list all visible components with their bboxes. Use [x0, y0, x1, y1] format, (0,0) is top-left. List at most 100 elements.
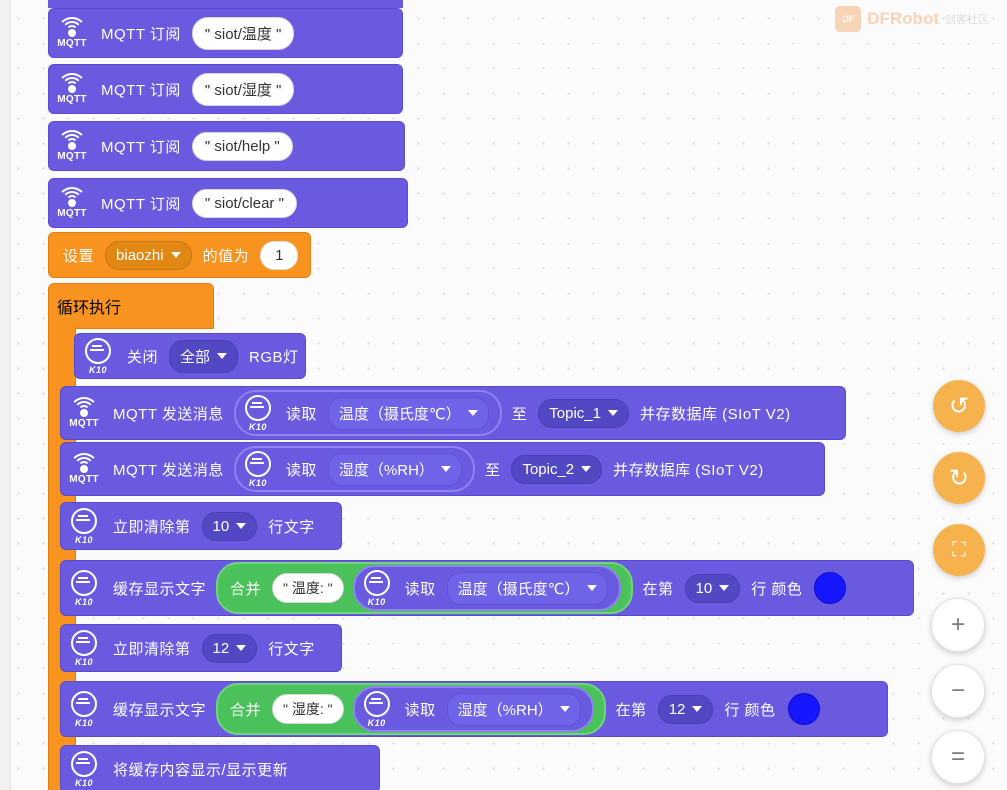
chevron-down-icon: [217, 353, 228, 359]
topic-dropdown-2[interactable]: Topic_2: [511, 454, 603, 484]
mqtt-icon: MQTT: [49, 9, 95, 57]
block-mqtt-send-2[interactable]: MQTT MQTT 发送消息 K10 读取 湿度（%RH） 至 Topic_2 …: [60, 442, 825, 496]
clear-line-dropdown-1[interactable]: 10: [201, 511, 258, 541]
workspace-left-gutter: [0, 0, 11, 790]
join-text-field-2[interactable]: " 湿度: ": [272, 694, 344, 724]
undo-icon: ↺: [948, 392, 970, 420]
crop-button[interactable]: ⛶: [933, 524, 985, 576]
mqtt-icon: MQTT: [49, 179, 95, 227]
rgb-off-prefix: 关闭: [127, 348, 159, 366]
clear-line-dropdown-2[interactable]: 12: [201, 633, 258, 663]
block-refresh-display[interactable]: K10 将缓存内容显示/显示更新: [60, 745, 380, 790]
chevron-down-icon: [586, 585, 597, 591]
redo-button[interactable]: ↻: [933, 452, 985, 504]
watermark-subtext: 创客社区: [945, 14, 989, 26]
k10-icon: K10: [61, 561, 107, 615]
mqtt-icon: MQTT: [61, 387, 107, 439]
topic-field-3[interactable]: " siot/help ": [191, 131, 293, 161]
clear-suffix-1: 行文字: [268, 518, 315, 536]
mqtt-icon: MQTT: [49, 122, 95, 170]
block-mqtt-subscribe-4[interactable]: MQTT MQTT 订阅 " siot/clear ": [48, 178, 408, 228]
set-middle-label: 的值为: [202, 247, 250, 265]
chevron-down-icon: [719, 585, 730, 591]
block-forever-loop[interactable]: 循环执行: [48, 283, 214, 329]
reporter-read-sensor-4[interactable]: K10 读取 湿度（%RH）: [352, 686, 594, 732]
display-line-dropdown-1[interactable]: 10: [684, 573, 741, 603]
variable-dropdown[interactable]: biaozhi: [105, 240, 192, 270]
zoom-in-button[interactable]: +: [931, 598, 985, 652]
topic-field-1[interactable]: " siot/温度 ": [191, 16, 295, 50]
reporter-read-sensor-2[interactable]: K10 读取 湿度（%RH）: [233, 446, 475, 492]
k10-icon-label: K10: [74, 534, 93, 545]
variable-value-input[interactable]: 1: [260, 240, 299, 270]
block-mqtt-subscribe-3[interactable]: MQTT MQTT 订阅 " siot/help ": [48, 121, 405, 171]
clear-suffix-2: 行文字: [268, 640, 315, 658]
block-clear-line-2[interactable]: K10 立即清除第 12 行文字: [60, 624, 342, 672]
sensor-value-2: 湿度（%RH）: [338, 461, 434, 479]
k10-icon-label: K10: [248, 477, 267, 488]
reporter-join-1[interactable]: 合并 " 温度: " K10 读取 温度（摄氏度℃）: [216, 562, 633, 614]
block-rgb-off[interactable]: K10 关闭 全部 RGB灯: [74, 333, 306, 379]
sensor-value-1: 温度（摄氏度℃）: [338, 405, 461, 423]
k10-icon: K10: [355, 688, 399, 730]
reporter-read-sensor-1[interactable]: K10 读取 温度（摄氏度℃）: [233, 390, 502, 436]
zoom-reset-button[interactable]: =: [931, 730, 985, 784]
join-label-2: 合并: [230, 701, 262, 719]
display-line-dropdown-2[interactable]: 12: [657, 694, 714, 724]
k10-icon-label: K10: [74, 656, 93, 667]
join-text-field-1[interactable]: " 温度: ": [272, 573, 344, 603]
redo-icon: ↻: [948, 464, 970, 492]
join-label-1: 合并: [230, 580, 262, 598]
store-label-1: 并存数据库 (SIoT V2): [639, 405, 791, 423]
chevron-down-icon: [581, 466, 592, 472]
store-label-2: 并存数据库 (SIoT V2): [613, 461, 764, 479]
rgb-scope-dropdown[interactable]: 全部: [169, 339, 239, 373]
to-label-2: 至: [484, 461, 501, 479]
block-display-cache-1[interactable]: K10 缓存显示文字 合并 " 温度: " K10 读取 温度（摄氏度℃） 在第…: [60, 560, 914, 616]
reporter-read-sensor-3[interactable]: K10 读取 温度（摄氏度℃）: [352, 565, 621, 611]
reporter-join-2[interactable]: 合并 " 湿度: " K10 读取 湿度（%RH）: [216, 683, 606, 735]
undo-button[interactable]: ↺: [933, 380, 985, 432]
k10-icon: K10: [236, 392, 280, 434]
block-display-cache-2[interactable]: K10 缓存显示文字 合并 " 湿度: " K10 读取 湿度（%RH） 在第 …: [60, 681, 888, 737]
block-mqtt-subscribe-2[interactable]: MQTT MQTT 订阅 " siot/湿度 ": [48, 64, 403, 114]
block-clear-line-1[interactable]: K10 立即清除第 10 行文字: [60, 502, 342, 550]
sensor-dropdown-3[interactable]: 温度（摄氏度℃）: [446, 571, 608, 605]
color-swatch-2[interactable]: [787, 693, 820, 725]
read-label-4: 读取: [404, 701, 436, 719]
refresh-label: 将缓存内容显示/显示更新: [113, 761, 289, 779]
block-label: MQTT 订阅: [101, 25, 181, 43]
block-set-variable[interactable]: 设置 biaozhi 的值为 1: [48, 232, 311, 278]
block-stack-top-stub: [48, 0, 403, 8]
row-color-label-1: 行 颜色: [751, 580, 803, 598]
loop-label: 循环执行: [57, 300, 122, 317]
sensor-dropdown-4[interactable]: 湿度（%RH）: [446, 692, 581, 726]
chevron-down-icon: [692, 706, 703, 712]
k10-icon-label: K10: [367, 596, 386, 607]
k10-icon: K10: [61, 625, 107, 671]
topic-value-2: Topic_2: [522, 460, 575, 478]
block-label: MQTT 订阅: [101, 195, 181, 213]
sensor-dropdown-2[interactable]: 湿度（%RH）: [327, 452, 462, 486]
topic-field-2[interactable]: " siot/湿度 ": [191, 72, 295, 106]
watermark-text: DFRobot: [867, 9, 939, 28]
display-prefix-1: 缓存显示文字: [113, 580, 207, 598]
clear-line-value-2: 12: [212, 639, 230, 657]
block-label: MQTT 订阅: [101, 81, 181, 99]
block-label: MQTT 订阅: [101, 138, 181, 156]
block-mqtt-subscribe-1[interactable]: MQTT MQTT 订阅 " siot/温度 ": [48, 8, 403, 58]
topic-dropdown-1[interactable]: Topic_1: [538, 398, 629, 428]
chevron-down-icon: [559, 706, 570, 712]
k10-icon-label: K10: [248, 421, 267, 432]
k10-icon: K10: [355, 567, 399, 609]
topic-value-1: Topic_1: [549, 404, 601, 422]
k10-icon-label: K10: [367, 717, 386, 728]
topic-field-4[interactable]: " siot/clear ": [191, 188, 297, 218]
color-swatch-1[interactable]: [814, 572, 847, 604]
blockly-workspace[interactable]: DF DFRobot 创客社区 MQTT MQTT 订阅 " siot/温度 "…: [0, 0, 1007, 790]
zoom-out-button[interactable]: −: [931, 664, 985, 718]
block-mqtt-send-1[interactable]: MQTT MQTT 发送消息 K10 读取 温度（摄氏度℃） 至 Topic_1…: [60, 386, 846, 440]
sensor-dropdown-1[interactable]: 温度（摄氏度℃）: [327, 396, 489, 430]
watermark: DF DFRobot 创客社区: [835, 6, 989, 32]
mqtt-send-label-2: MQTT 发送消息: [113, 461, 224, 479]
